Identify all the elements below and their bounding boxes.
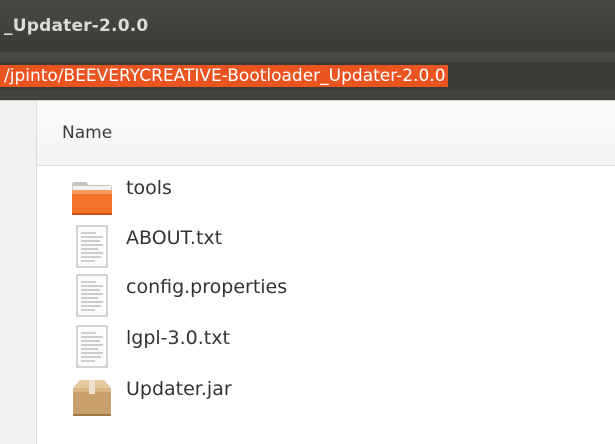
text-file-icon	[76, 225, 108, 268]
file-view: Name tools ABOUT.txt config.properties l…	[0, 100, 615, 444]
folder-icon	[72, 182, 112, 215]
file-name: lgpl-3.0.txt	[126, 327, 230, 349]
package-icon	[73, 380, 111, 416]
column-header-name[interactable]: Name	[37, 101, 615, 166]
sidebar-edge	[0, 101, 37, 444]
file-row-config[interactable]: config.properties	[60, 268, 600, 317]
column-header-label: Name	[62, 123, 113, 143]
location-text-selected[interactable]: /jpinto/BEEVERYCREATIVE-Bootloader_Updat…	[0, 65, 448, 87]
file-row-updater-jar[interactable]: Updater.jar	[60, 370, 600, 416]
file-name: tools	[126, 177, 172, 199]
file-row-tools[interactable]: tools	[60, 169, 600, 215]
file-row-about[interactable]: ABOUT.txt	[60, 219, 600, 268]
window-title: _Updater-2.0.0	[4, 16, 149, 36]
text-file-icon	[76, 274, 108, 317]
window-titlebar: _Updater-2.0.0	[0, 0, 615, 52]
file-name: config.properties	[126, 276, 288, 298]
file-name: Updater.jar	[126, 378, 232, 400]
text-file-icon	[76, 325, 108, 368]
location-input[interactable]: /jpinto/BEEVERYCREATIVE-Bootloader_Updat…	[0, 62, 615, 90]
file-row-lgpl[interactable]: lgpl-3.0.txt	[60, 319, 600, 368]
file-name: ABOUT.txt	[126, 227, 223, 249]
